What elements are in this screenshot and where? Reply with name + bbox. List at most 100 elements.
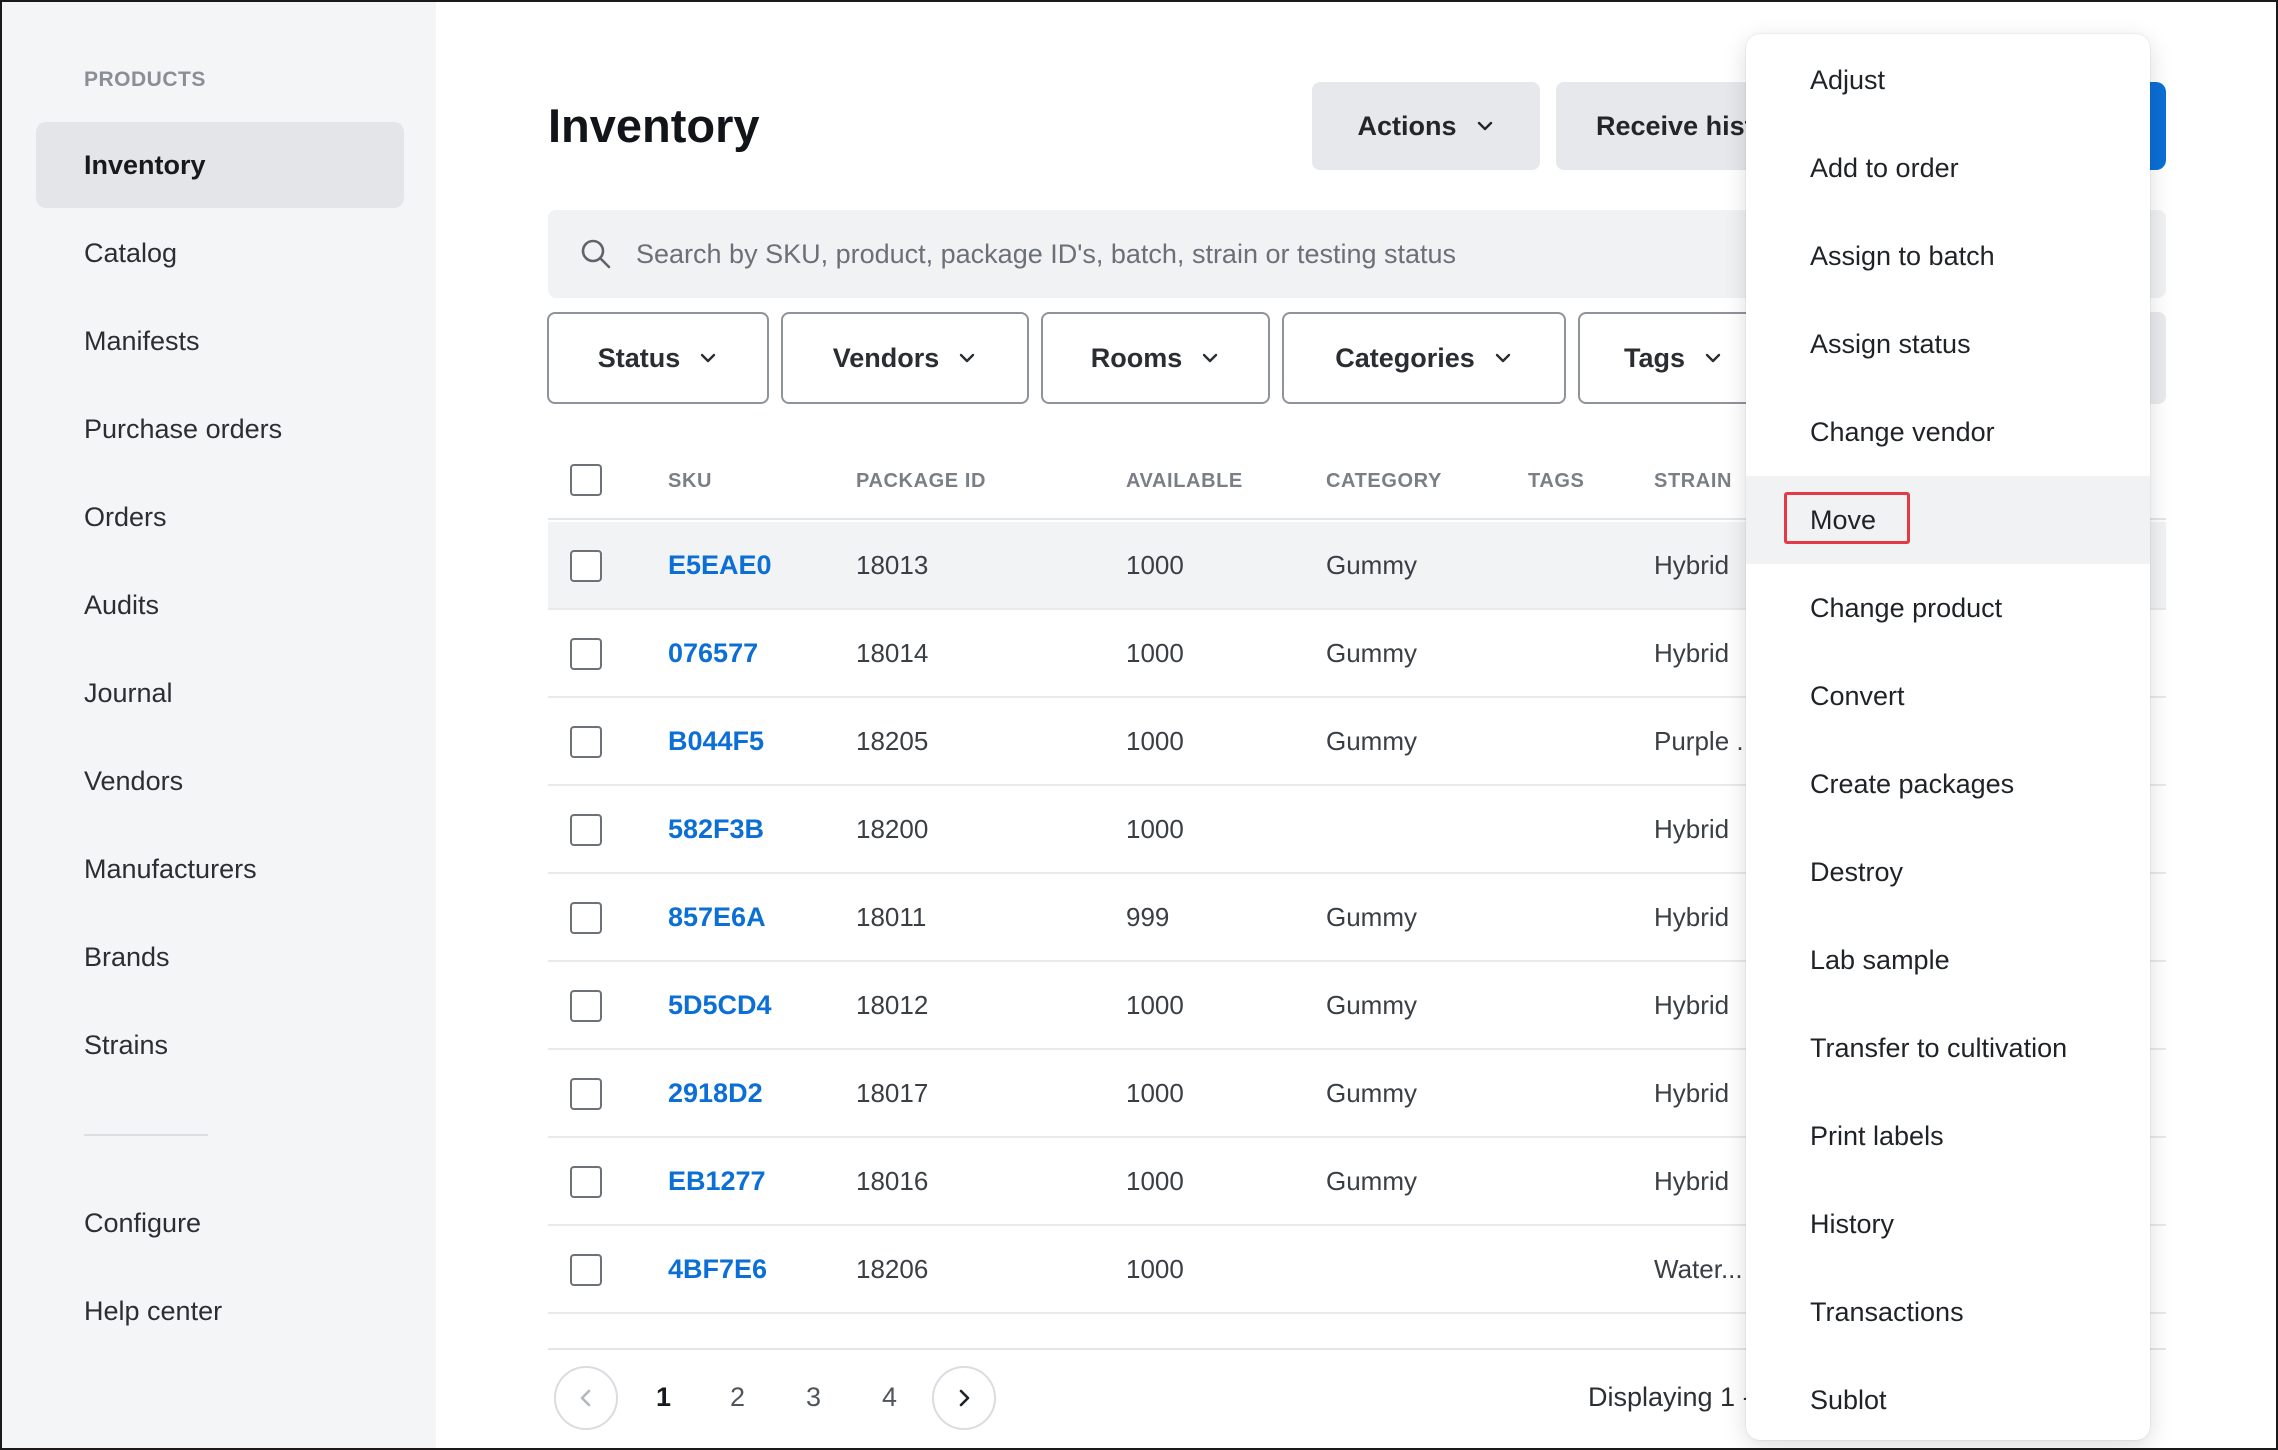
sku-link[interactable]: 582F3B <box>668 814 764 845</box>
menu-item-assign-status[interactable]: Assign status <box>1746 300 2150 388</box>
menu-item-add-to-order[interactable]: Add to order <box>1746 124 2150 212</box>
menu-item-sublot[interactable]: Sublot <box>1746 1356 2150 1440</box>
column-header-strain[interactable]: STRAIN <box>1654 470 1732 493</box>
menu-item-label: Convert <box>1810 680 1905 711</box>
strain-cell: Hybrid <box>1654 550 1730 580</box>
menu-item-history[interactable]: History <box>1746 1180 2150 1268</box>
available-cell: 1000 <box>1126 1166 1184 1196</box>
prev-page-button[interactable] <box>554 1366 618 1430</box>
menu-item-destroy[interactable]: Destroy <box>1746 828 2150 916</box>
sidebar-item-catalog[interactable]: Catalog <box>36 210 404 296</box>
filter-label: Tags <box>1624 342 1686 373</box>
sku-link[interactable]: EB1277 <box>668 1166 766 1197</box>
menu-item-lab-sample[interactable]: Lab sample <box>1746 916 2150 1004</box>
select-all-checkbox[interactable] <box>570 464 602 496</box>
menu-item-create-packages[interactable]: Create packages <box>1746 740 2150 828</box>
sidebar-item-label: Brands <box>84 941 170 972</box>
row-checkbox[interactable] <box>570 902 602 934</box>
sku-link[interactable]: 2918D2 <box>668 1078 763 1109</box>
chevron-down-icon <box>960 353 975 363</box>
actions-button[interactable]: Actions <box>1312 82 1540 170</box>
sidebar-item-audits[interactable]: Audits <box>36 562 404 648</box>
column-header-category[interactable]: CATEGORY <box>1326 470 1442 493</box>
menu-item-transfer-to-cultivation[interactable]: Transfer to cultivation <box>1746 1004 2150 1092</box>
menu-item-print-labels[interactable]: Print labels <box>1746 1092 2150 1180</box>
column-header-available[interactable]: AVAILABLE <box>1126 470 1243 493</box>
sidebar-item-strains[interactable]: Strains <box>36 1002 404 1088</box>
menu-item-assign-to-batch[interactable]: Assign to batch <box>1746 212 2150 300</box>
sidebar-item-label: Orders <box>84 501 167 532</box>
receive-history-button[interactable]: Receive hist <box>1556 82 1756 170</box>
menu-item-adjust[interactable]: Adjust <box>1746 36 2150 124</box>
menu-item-label: Assign status <box>1810 328 1971 359</box>
category-cell: Gummy <box>1326 1166 1417 1196</box>
filter-status[interactable]: Status <box>547 312 769 404</box>
menu-item-label: Destroy <box>1810 856 1904 887</box>
page-4[interactable]: 4 <box>882 1382 897 1413</box>
menu-item-label: Change product <box>1810 592 2003 623</box>
sidebar: PRODUCTS Inventory Catalog Manifests Pur… <box>2 2 436 1448</box>
sku-link[interactable]: 5D5CD4 <box>668 990 772 1021</box>
row-checkbox[interactable] <box>570 1166 602 1198</box>
sku-link[interactable]: 4BF7E6 <box>668 1254 767 1285</box>
sidebar-section-label: PRODUCTS <box>84 68 206 91</box>
menu-item-label: Transactions <box>1810 1296 1964 1327</box>
sidebar-item-configure[interactable]: Configure <box>36 1180 404 1266</box>
category-cell: Gummy <box>1326 902 1417 932</box>
sidebar-item-vendors[interactable]: Vendors <box>36 738 404 824</box>
row-checkbox[interactable] <box>570 550 602 582</box>
sku-link[interactable]: 076577 <box>668 638 758 669</box>
menu-item-label: Change vendor <box>1810 416 1995 447</box>
chevron-right-icon <box>959 1389 970 1407</box>
row-checkbox[interactable] <box>570 990 602 1022</box>
sku-link[interactable]: E5EAE0 <box>668 550 772 581</box>
menu-item-change-vendor[interactable]: Change vendor <box>1746 388 2150 476</box>
column-header-tags[interactable]: TAGS <box>1528 470 1584 493</box>
column-header-sku[interactable]: SKU <box>668 470 712 493</box>
filter-rooms[interactable]: Rooms <box>1041 312 1270 404</box>
sidebar-item-label: Vendors <box>84 765 184 796</box>
row-checkbox[interactable] <box>570 1254 602 1286</box>
available-cell: 999 <box>1126 902 1170 932</box>
package-id-cell: 18014 <box>856 638 929 668</box>
next-page-button[interactable] <box>932 1366 996 1430</box>
row-checkbox[interactable] <box>570 638 602 670</box>
sidebar-item-label: Manifests <box>84 325 200 356</box>
app-window: PRODUCTS Inventory Catalog Manifests Pur… <box>0 0 2278 1450</box>
row-checkbox[interactable] <box>570 726 602 758</box>
menu-item-transactions[interactable]: Transactions <box>1746 1268 2150 1356</box>
sidebar-item-label: Journal <box>84 677 173 708</box>
search-input[interactable]: Search by SKU, product, package ID's, ba… <box>636 239 1456 270</box>
sidebar-item-orders[interactable]: Orders <box>36 474 404 560</box>
menu-item-label: Adjust <box>1810 64 1886 95</box>
page-1[interactable]: 1 <box>656 1382 671 1413</box>
page-2[interactable]: 2 <box>730 1382 745 1413</box>
category-cell: Gummy <box>1326 726 1417 756</box>
row-checkbox[interactable] <box>570 1078 602 1110</box>
available-cell: 1000 <box>1126 814 1184 844</box>
sidebar-item-brands[interactable]: Brands <box>36 914 404 1000</box>
sidebar-item-manifests[interactable]: Manifests <box>36 298 404 384</box>
menu-item-convert[interactable]: Convert <box>1746 652 2150 740</box>
category-cell: Gummy <box>1326 990 1417 1020</box>
sidebar-item-manufacturers[interactable]: Manufacturers <box>36 826 404 912</box>
available-cell: 1000 <box>1126 1254 1184 1284</box>
sku-link[interactable]: 857E6A <box>668 902 766 933</box>
filter-vendors[interactable]: Vendors <box>781 312 1029 404</box>
sidebar-item-label: Audits <box>84 589 160 620</box>
chevron-down-icon <box>1495 353 1510 363</box>
sidebar-item-purchase-orders[interactable]: Purchase orders <box>36 386 404 472</box>
sidebar-item-inventory[interactable]: Inventory <box>36 122 404 208</box>
sidebar-item-help-center[interactable]: Help center <box>36 1268 404 1354</box>
filter-categories[interactable]: Categories <box>1282 312 1566 404</box>
category-cell: Gummy <box>1326 550 1417 580</box>
sidebar-item-journal[interactable]: Journal <box>36 650 404 736</box>
menu-item-change-product[interactable]: Change product <box>1746 564 2150 652</box>
column-header-package-id[interactable]: PACKAGE ID <box>856 470 986 493</box>
package-id-cell: 18013 <box>856 550 929 580</box>
menu-item-move[interactable]: Move <box>1746 476 2150 564</box>
row-checkbox[interactable] <box>570 814 602 846</box>
menu-item-label: Assign to batch <box>1810 240 1995 271</box>
page-3[interactable]: 3 <box>806 1382 821 1413</box>
sku-link[interactable]: B044F5 <box>668 726 764 757</box>
